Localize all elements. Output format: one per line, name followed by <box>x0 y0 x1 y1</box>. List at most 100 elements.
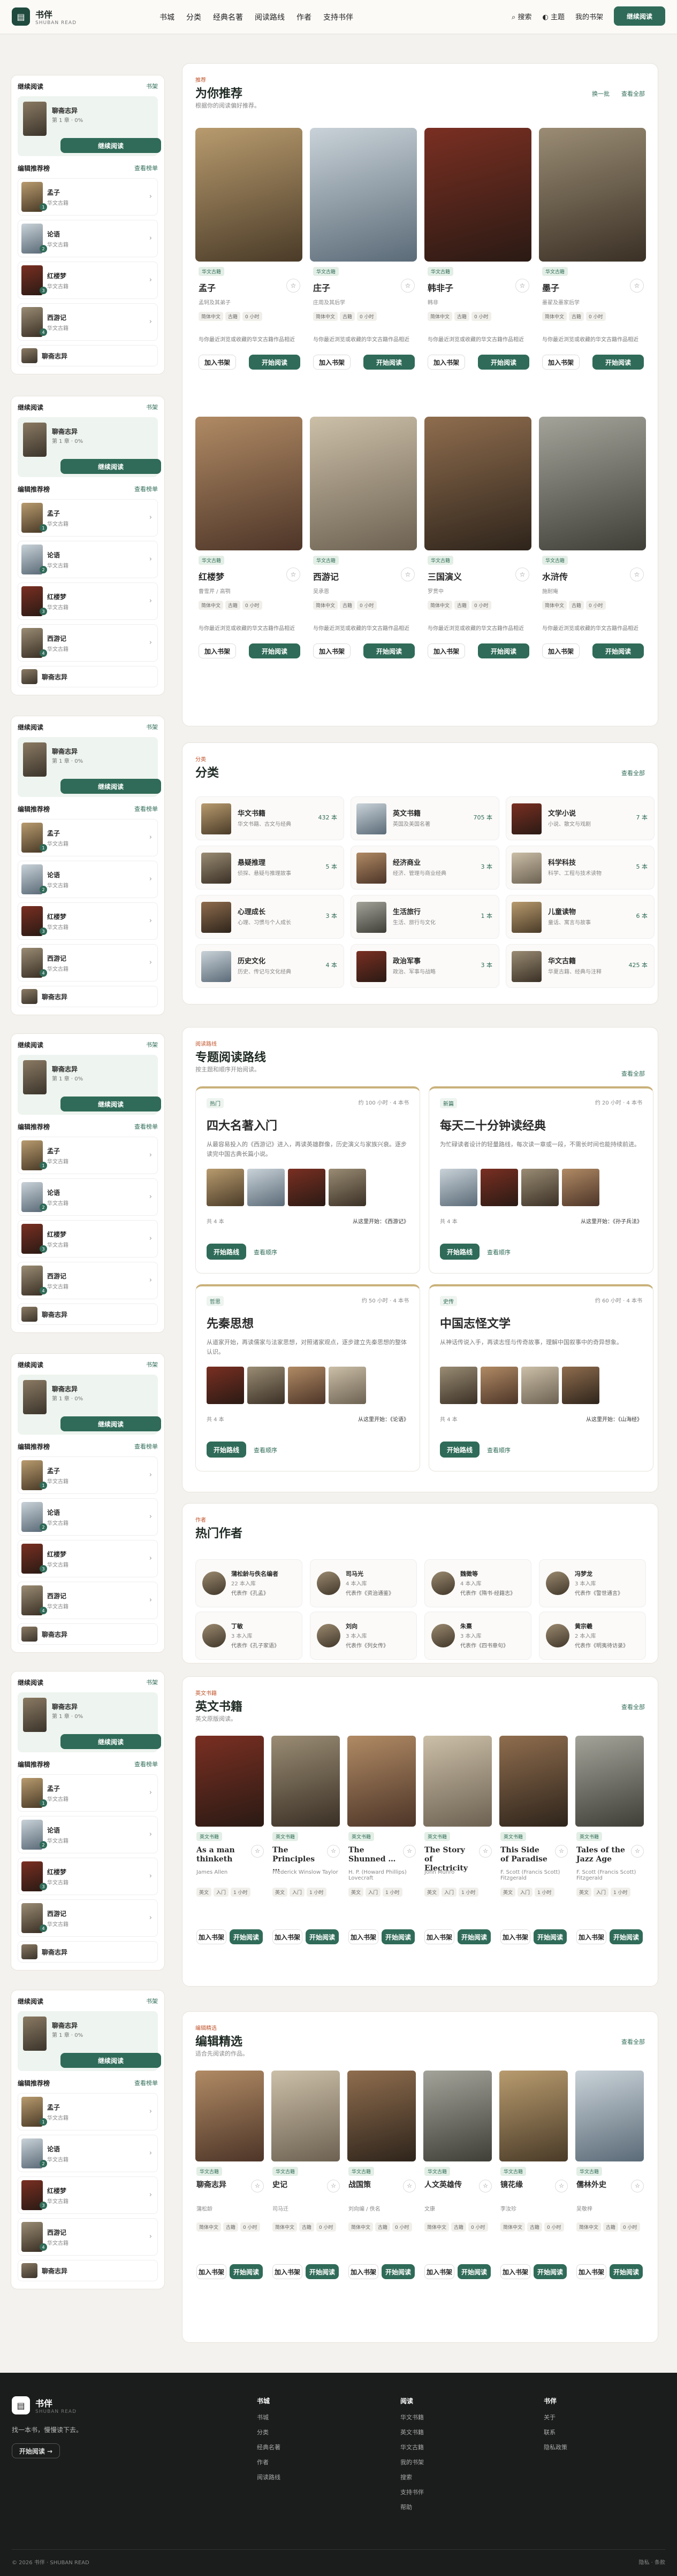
continue-button[interactable]: 继续阅读 <box>60 779 161 794</box>
add-shelf-button[interactable]: 加入书架 <box>196 1929 226 1944</box>
route-card[interactable]: 哲思 约 50 小时 · 4 本书 先秦思想 从道家开始，再读儒家与法家思想，对… <box>195 1284 420 1471</box>
start-reading-button[interactable]: 开始阅读 <box>363 643 415 658</box>
nav-item[interactable]: 分类 <box>186 12 201 22</box>
book-card[interactable]: 华文古籍 儒林外史 ☆ 吴敬梓 简体中文 古籍 0 小时 加入书架 开始阅读 <box>575 2071 644 2279</box>
nav-item[interactable]: 经典名著 <box>213 12 243 22</box>
rank-item[interactable]: 聊斋志异 <box>18 2260 158 2281</box>
star-icon[interactable]: ☆ <box>251 1845 264 1858</box>
rank-link[interactable]: 查看榜单 <box>134 485 158 494</box>
category-card[interactable]: 政治军事 政治、军事与战略 3 本 <box>351 944 499 988</box>
book-card[interactable]: 英文书籍 The Principles … ☆ Frederick Winslo… <box>271 1736 340 1944</box>
rank-item[interactable]: 1 孟子 华文古籍 › <box>18 1456 158 1494</box>
category-card[interactable]: 儿童读物 童话、寓言与故事 6 本 <box>506 895 655 939</box>
author-card[interactable]: 刘向 3 本入库 代表作《列女传》 <box>310 1612 417 1660</box>
rank-item[interactable]: 2 论语 华文古籍 › <box>18 1816 158 1853</box>
shelf-link[interactable]: 书架 <box>146 1997 158 2006</box>
start-reading-button[interactable]: 开始阅读 <box>382 2264 415 2279</box>
shelf-link[interactable]: 书架 <box>146 723 158 732</box>
continue-card[interactable]: 聊斋志异 第 1 章 · 0% 继续阅读 <box>18 1055 161 1115</box>
category-card[interactable]: 生活旅行 生活、旅行与文化 1 本 <box>351 895 499 939</box>
footer-legal-links[interactable]: 隐私 · 条款 <box>638 2558 665 2566</box>
shelf-link[interactable]: 书架 <box>146 82 158 91</box>
nav-item[interactable]: 作者 <box>296 12 311 22</box>
add-shelf-button[interactable]: 加入书架 <box>500 2264 530 2279</box>
book-card[interactable]: 华文古籍 水浒传 ☆ 施耐庵 简体中文 古籍 0 小时 与你最近浏览或收藏的华文古籍… <box>539 417 646 658</box>
footer-start-button[interactable]: 开始阅读 → <box>12 2443 60 2458</box>
star-icon[interactable]: ☆ <box>479 2180 492 2192</box>
footer-link[interactable]: 华文书籍 <box>400 2413 424 2421</box>
continue-button[interactable]: 继续阅读 <box>60 1097 161 1111</box>
book-card[interactable]: 华文古籍 西游记 ☆ 吴承恩 简体中文 古籍 0 小时 与你最近浏览或收藏的华文古籍… <box>310 417 417 658</box>
nav-item[interactable]: 书城 <box>159 12 174 22</box>
shelf-link[interactable]: 书架 <box>146 1360 158 1369</box>
start-reading-button[interactable]: 开始阅读 <box>534 1929 567 1944</box>
rank-link[interactable]: 查看榜单 <box>134 804 158 814</box>
start-reading-button[interactable]: 开始阅读 <box>230 1929 263 1944</box>
star-icon[interactable]: ☆ <box>631 1845 644 1858</box>
book-card[interactable]: 华文古籍 人文英雄传 ☆ 文康 简体中文 古籍 0 小时 加入书架 开始阅读 <box>423 2071 492 2279</box>
book-card[interactable]: 华文古籍 韩非子 ☆ 韩非 简体中文 古籍 0 小时 与你最近浏览或收藏的华文古籍作… <box>424 128 531 370</box>
rank-item[interactable]: 聊斋志异 <box>18 1623 158 1645</box>
rank-item[interactable]: 2 论语 华文古籍 › <box>18 541 158 578</box>
category-card[interactable]: 文学小说 小说、散文与戏剧 7 本 <box>506 796 655 840</box>
continue-card[interactable]: 聊斋志异 第 1 章 · 0% 继续阅读 <box>18 1692 161 1752</box>
footer-link[interactable]: 书城 <box>257 2413 280 2421</box>
footer-link[interactable]: 华文古籍 <box>400 2443 424 2451</box>
rank-item[interactable]: 3 红楼梦 华文古籍 › <box>18 2176 158 2214</box>
start-reading-button[interactable]: 开始阅读 <box>306 1929 339 1944</box>
rank-item[interactable]: 3 红楼梦 华文古籍 › <box>18 902 158 940</box>
footer-link[interactable]: 分类 <box>257 2428 280 2436</box>
book-card[interactable]: 华文古籍 孟子 ☆ 孟轲及其弟子 简体中文 古籍 0 小时 与你最近浏览或收藏的华文… <box>195 128 302 370</box>
continue-card[interactable]: 聊斋志异 第 1 章 · 0% 继续阅读 <box>18 1375 161 1435</box>
add-shelf-button[interactable]: 加入书架 <box>542 643 580 658</box>
start-route-button[interactable]: 开始路线 <box>207 1244 246 1260</box>
add-shelf-button[interactable]: 加入书架 <box>576 1929 606 1944</box>
rank-item[interactable]: 4 西游记 华文古籍 › <box>18 2218 158 2256</box>
add-shelf-button[interactable]: 加入书架 <box>313 643 351 658</box>
start-reading-button[interactable]: 开始阅读 <box>478 355 529 370</box>
rank-item[interactable]: 2 论语 华文古籍 › <box>18 2135 158 2172</box>
continue-button[interactable]: 继续阅读 <box>60 459 161 474</box>
rank-item[interactable]: 4 西游记 华文古籍 › <box>18 1582 158 1619</box>
continue-card[interactable]: 聊斋志异 第 1 章 · 0% 继续阅读 <box>18 737 161 797</box>
star-icon[interactable]: ☆ <box>403 1845 416 1858</box>
start-reading-button[interactable]: 开始阅读 <box>249 643 300 658</box>
rank-item[interactable]: 聊斋志异 <box>18 986 158 1007</box>
view-order-link[interactable]: 查看顺序 <box>254 1248 277 1256</box>
continue-card[interactable]: 聊斋志异 第 1 章 · 0% 继续阅读 <box>18 417 161 477</box>
book-card[interactable]: 华文古籍 镜花缘 ☆ 李汝珍 简体中文 古籍 0 小时 加入书架 开始阅读 <box>499 2071 568 2279</box>
add-shelf-button[interactable]: 加入书架 <box>428 643 465 658</box>
footer-link[interactable]: 联系 <box>544 2428 567 2436</box>
star-icon[interactable]: ☆ <box>479 1845 492 1858</box>
footer-link[interactable]: 关于 <box>544 2413 567 2421</box>
add-shelf-button[interactable]: 加入书架 <box>428 355 465 370</box>
star-icon[interactable]: ☆ <box>555 2180 568 2192</box>
star-icon[interactable]: ☆ <box>327 2180 340 2192</box>
footer-link[interactable]: 阅读路线 <box>257 2473 280 2481</box>
start-route-button[interactable]: 开始路线 <box>207 1442 246 1458</box>
rank-item[interactable]: 3 红楼梦 华文古籍 › <box>18 1858 158 1895</box>
add-shelf-button[interactable]: 加入书架 <box>424 1929 454 1944</box>
rank-item[interactable]: 4 西游记 华文古籍 › <box>18 624 158 662</box>
category-card[interactable]: 科学科技 科学、工程与技术读物 5 本 <box>506 846 655 890</box>
rank-item[interactable]: 3 红楼梦 华文古籍 › <box>18 582 158 620</box>
add-shelf-button[interactable]: 加入书架 <box>272 1929 302 1944</box>
footer-link[interactable]: 英文书籍 <box>400 2428 424 2436</box>
add-shelf-button[interactable]: 加入书架 <box>348 2264 378 2279</box>
rank-item[interactable]: 4 西游记 华文古籍 › <box>18 1262 158 1299</box>
rank-item[interactable]: 4 西游记 华文古籍 › <box>18 1899 158 1937</box>
rank-item[interactable]: 2 论语 华文古籍 › <box>18 1178 158 1216</box>
add-shelf-button[interactable]: 加入书架 <box>576 2264 606 2279</box>
star-icon[interactable]: ☆ <box>555 1845 568 1858</box>
add-shelf-button[interactable]: 加入书架 <box>313 355 351 370</box>
rank-link[interactable]: 查看榜单 <box>134 1122 158 1131</box>
rank-item[interactable]: 2 论语 华文古籍 › <box>18 1498 158 1536</box>
start-reading-button[interactable]: 开始阅读 <box>382 1929 415 1944</box>
book-card[interactable]: 华文古籍 庄子 ☆ 庄周及其后学 简体中文 古籍 0 小时 与你最近浏览或收藏的华文… <box>310 128 417 370</box>
continue-reading-button[interactable]: 继续阅读 <box>614 6 665 26</box>
author-card[interactable]: 冯梦龙 3 本入库 代表作《警世通言》 <box>539 1559 646 1607</box>
view-all-link[interactable]: 查看全部 <box>621 2037 645 2046</box>
star-icon[interactable]: ☆ <box>630 279 644 293</box>
view-order-link[interactable]: 查看顺序 <box>487 1446 511 1454</box>
rank-item[interactable]: 1 孟子 华文古籍 › <box>18 1774 158 1812</box>
